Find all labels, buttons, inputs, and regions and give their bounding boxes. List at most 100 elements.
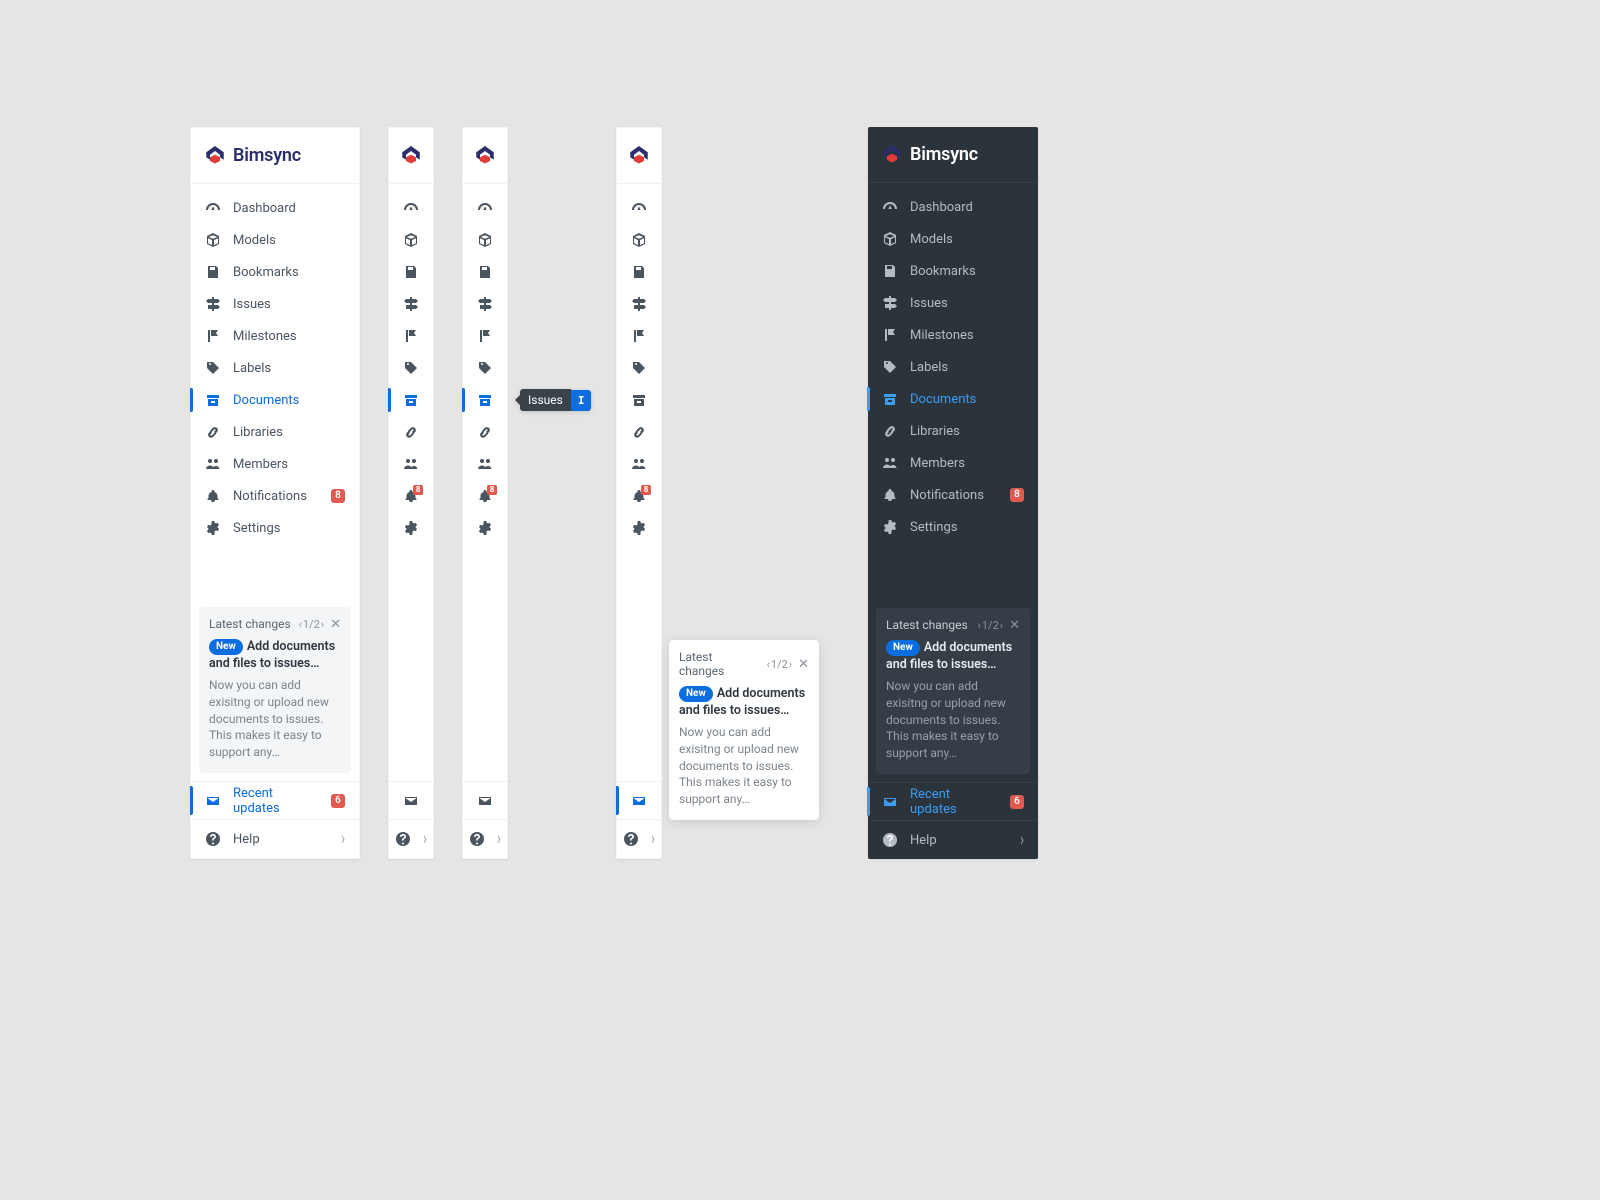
sidebar-item-issues[interactable]: Issues (868, 287, 1038, 319)
sidebar-item-documents[interactable]: Documents (191, 384, 359, 416)
sidebar-item-libraries[interactable] (389, 416, 433, 448)
sidebar-item-documents[interactable]: Documents (868, 383, 1038, 415)
brand-header[interactable]: Bimsync (868, 127, 1038, 183)
pager-next[interactable]: › (321, 618, 324, 631)
close-icon[interactable]: ✕ (798, 658, 809, 671)
new-pill: New (886, 640, 920, 656)
brand-header[interactable] (617, 128, 661, 184)
tag-icon (403, 360, 419, 376)
sidebar-item-documents[interactable]: Issues I (463, 384, 507, 416)
brand-name: Bimsync (233, 145, 301, 166)
sidebar-item-members[interactable]: Members (868, 447, 1038, 479)
footer-recent-updates[interactable]: Recent updates 6 (868, 783, 1038, 821)
sidebar-item-milestones[interactable]: Milestones (191, 320, 359, 352)
sidebar-item-dashboard[interactable] (463, 192, 507, 224)
pager-prev[interactable]: ‹ (767, 658, 770, 671)
latest-changes-body: Now you can add exisitng or upload new d… (886, 678, 1020, 762)
sidebar-item-settings[interactable] (617, 512, 661, 544)
close-icon[interactable]: ✕ (330, 618, 341, 631)
mail-icon (205, 793, 221, 809)
pager-prev[interactable]: ‹ (299, 618, 302, 631)
tooltip-label: Issues (520, 389, 571, 411)
sidebar-item-models[interactable] (617, 224, 661, 256)
sidebar-item-bookmarks[interactable] (617, 256, 661, 288)
archive-icon (403, 392, 419, 408)
sidebar-item-libraries[interactable] (617, 416, 661, 448)
signpost-icon (403, 296, 419, 312)
sidebar-item-dashboard[interactable] (617, 192, 661, 224)
sidebar-item-labels[interactable]: Labels (868, 351, 1038, 383)
sidebar-item-issues[interactable] (617, 288, 661, 320)
sidebar-item-models[interactable] (463, 224, 507, 256)
sidebar-item-members[interactable] (389, 448, 433, 480)
sidebar-item-issues[interactable]: Issues (191, 288, 359, 320)
cube-icon (882, 231, 898, 247)
sidebar-item-libraries[interactable]: Libraries (868, 415, 1038, 447)
sidebar-item-milestones[interactable] (617, 320, 661, 352)
sidebar-item-bookmarks[interactable] (389, 256, 433, 288)
notification-badge: 8 (1010, 488, 1024, 502)
sidebar-item-settings[interactable] (389, 512, 433, 544)
sidebar-item-bookmarks[interactable] (463, 256, 507, 288)
sidebar-item-notifications[interactable]: Notifications8 (191, 480, 359, 512)
latest-changes-title: Latest changes (886, 618, 972, 632)
gauge-icon (631, 200, 647, 216)
sidebar-item-documents[interactable] (617, 384, 661, 416)
sidebar-item-milestones[interactable] (389, 320, 433, 352)
sidebar-item-issues[interactable] (463, 288, 507, 320)
sidebar-item-members[interactable]: Members (191, 448, 359, 480)
sidebar-item-milestones[interactable] (463, 320, 507, 352)
brand-logo-icon (475, 146, 495, 166)
sidebar-item-dashboard[interactable]: Dashboard (868, 191, 1038, 223)
sidebar-item-issues[interactable] (389, 288, 433, 320)
footer-recent-updates[interactable] (463, 782, 507, 820)
bell-icon: 8 (477, 488, 493, 504)
sidebar-item-bookmarks[interactable]: Bookmarks (868, 255, 1038, 287)
sidebar-item-documents[interactable] (389, 384, 433, 416)
latest-changes-pager: ‹ 1/2 › (978, 619, 1004, 632)
pager-prev[interactable]: ‹ (978, 619, 981, 632)
footer-help[interactable]: › (617, 820, 661, 858)
footer-help[interactable]: Help › (191, 820, 359, 858)
sidebar-item-dashboard[interactable] (389, 192, 433, 224)
save-icon (477, 264, 493, 280)
save-icon (403, 264, 419, 280)
footer-help[interactable]: Help › (868, 821, 1038, 859)
sidebar-item-labels[interactable] (617, 352, 661, 384)
latest-changes-headline[interactable]: NewAdd documents and files to issues… (886, 640, 1020, 674)
sidebar-item-members[interactable] (463, 448, 507, 480)
sidebar-item-labels[interactable] (389, 352, 433, 384)
sidebar-item-notifications[interactable]: 8 (617, 480, 661, 512)
close-icon[interactable]: ✕ (1009, 619, 1020, 632)
sidebar-item-notifications[interactable]: 8 (463, 480, 507, 512)
sidebar-item-models[interactable]: Models (868, 223, 1038, 255)
sidebar-item-members[interactable] (617, 448, 661, 480)
sidebar-item-milestones[interactable]: Milestones (868, 319, 1038, 351)
brand-header[interactable] (463, 128, 507, 184)
pager-next[interactable]: › (1000, 619, 1003, 632)
brand-header[interactable]: Bimsync (191, 128, 359, 184)
latest-changes-headline[interactable]: NewAdd documents and files to issues… (679, 686, 809, 720)
sidebar-item-libraries[interactable] (463, 416, 507, 448)
latest-changes-headline[interactable]: NewAdd documents and files to issues… (209, 639, 341, 673)
sidebar-item-settings[interactable]: Settings (868, 511, 1038, 543)
sidebar-item-notifications[interactable]: Notifications8 (868, 479, 1038, 511)
sidebar-item-models[interactable]: Models (191, 224, 359, 256)
gear-icon (882, 519, 898, 535)
sidebar-item-bookmarks[interactable]: Bookmarks (191, 256, 359, 288)
footer-help[interactable]: › (389, 820, 433, 858)
sidebar-item-labels[interactable]: Labels (191, 352, 359, 384)
footer-help[interactable]: › (463, 820, 507, 858)
footer-recent-updates[interactable]: Recent updates 6 (191, 782, 359, 820)
footer-recent-updates[interactable] (617, 782, 661, 820)
sidebar-item-notifications[interactable]: 8 (389, 480, 433, 512)
pager-next[interactable]: › (789, 658, 792, 671)
sidebar-item-labels[interactable] (463, 352, 507, 384)
sidebar-item-settings[interactable]: Settings (191, 512, 359, 544)
brand-header[interactable] (389, 128, 433, 184)
sidebar-item-settings[interactable] (463, 512, 507, 544)
sidebar-item-models[interactable] (389, 224, 433, 256)
sidebar-item-libraries[interactable]: Libraries (191, 416, 359, 448)
footer-recent-updates[interactable] (389, 782, 433, 820)
sidebar-item-dashboard[interactable]: Dashboard (191, 192, 359, 224)
